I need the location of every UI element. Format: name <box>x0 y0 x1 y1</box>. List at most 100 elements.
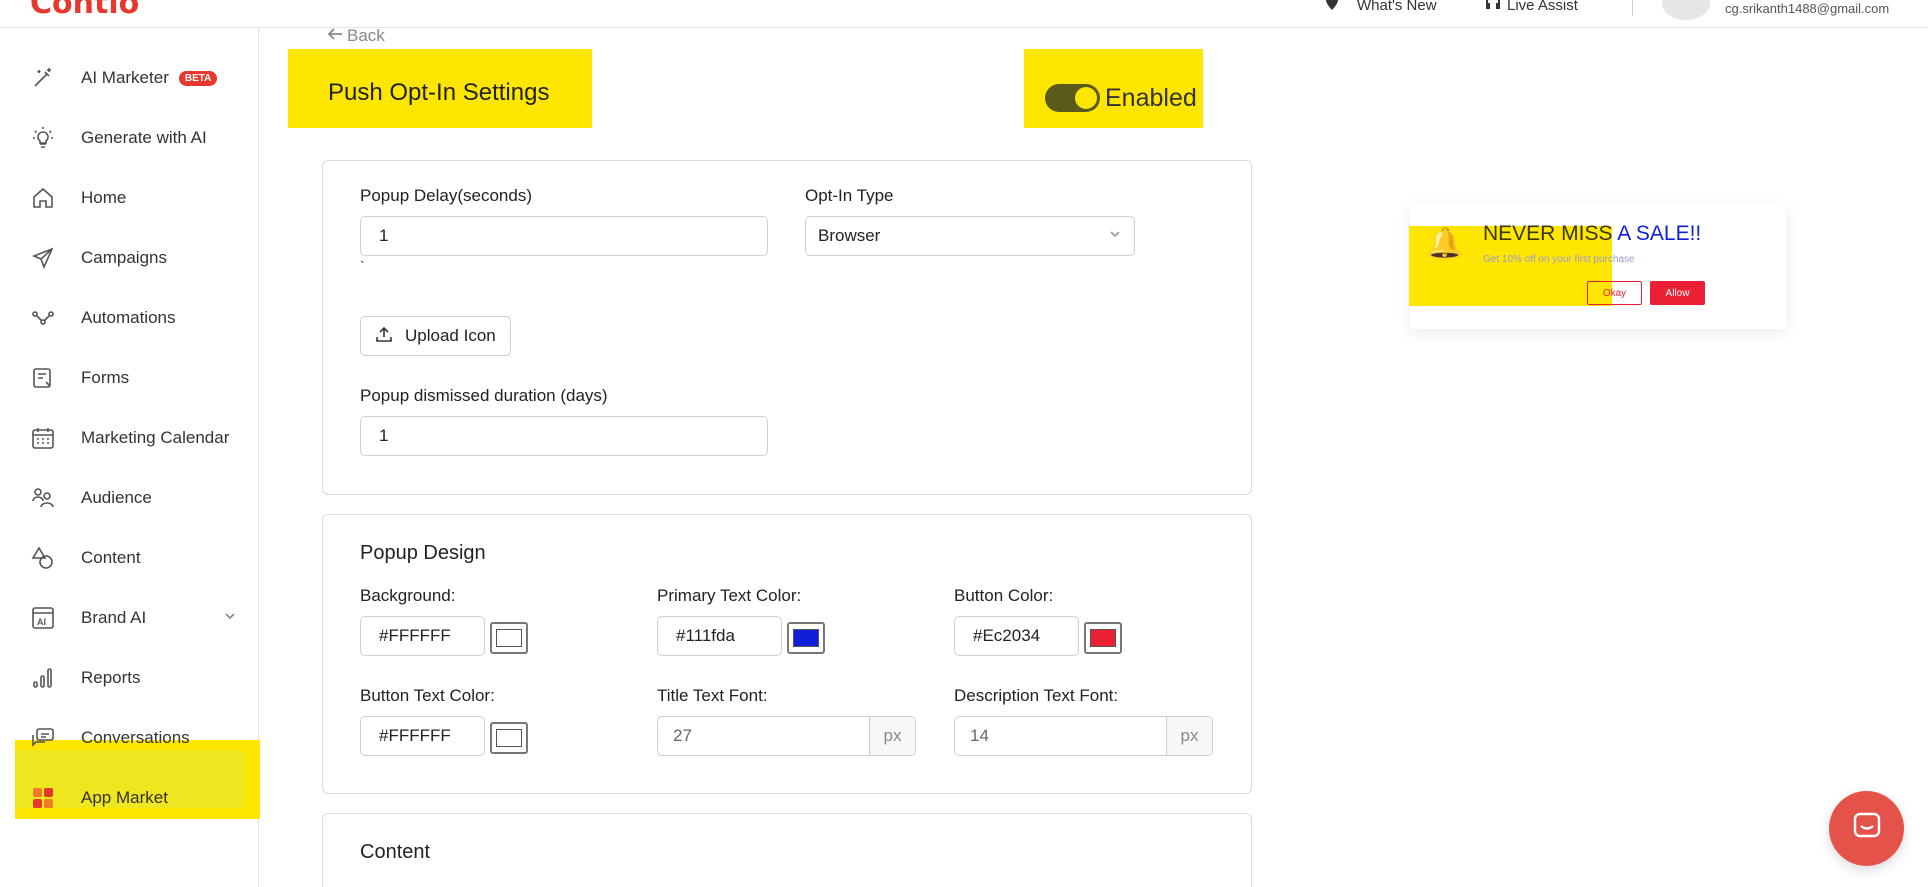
enabled-toggle[interactable] <box>1045 84 1100 112</box>
sidebar-item-label: Content <box>81 548 141 567</box>
chat-bubble-icon <box>1852 811 1882 846</box>
logo[interactable]: Contlo <box>30 0 139 21</box>
sidebar-item-app-market[interactable]: App Market <box>15 768 245 828</box>
title-font-input[interactable]: 27 px <box>657 716 916 756</box>
calendar-icon <box>29 424 57 452</box>
lightbulb-icon <box>29 124 57 152</box>
toggle-label: Enabled <box>1105 84 1197 112</box>
people-icon <box>29 484 57 512</box>
button-text-color-label: Button Text Color: <box>360 686 495 705</box>
page-title: Push Opt-In Settings <box>328 79 550 106</box>
chevron-down-icon <box>1108 226 1122 246</box>
preview-title: NEVER MISS A SALE!! <box>1483 222 1701 246</box>
back-label: Back <box>347 26 385 45</box>
sidebar-item-automations[interactable]: Automations <box>15 288 245 348</box>
sidebar-item-generate-with-ai[interactable]: Generate with AI <box>15 108 245 168</box>
content-card <box>322 813 1252 887</box>
whats-new-label: What's New <box>1357 0 1437 14</box>
title-font-value: 27 <box>673 726 692 745</box>
design-section-title: Popup Design <box>360 542 486 564</box>
button-text-swatch[interactable] <box>490 722 528 754</box>
description-font-input[interactable]: 14 px <box>954 716 1213 756</box>
sidebar-item-ai-marketer[interactable]: AI Marketer BETA <box>15 48 245 108</box>
swatch-fill <box>496 629 522 647</box>
form-icon <box>29 364 57 392</box>
optin-type-select[interactable]: Browser <box>805 216 1135 256</box>
sidebar-item-label: Generate with AI <box>81 128 207 147</box>
preview-allow-button[interactable]: Allow <box>1650 281 1705 305</box>
sidebar-item-label: Brand AI <box>81 608 147 627</box>
swatch-fill <box>1090 629 1116 647</box>
sidebar-item-forms[interactable]: Forms <box>15 348 245 408</box>
px-unit: px <box>1166 717 1212 755</box>
preview-description: Get 10% off on your first purchase <box>1483 254 1635 265</box>
top-divider <box>1632 0 1633 16</box>
live-assist-label: Live Assist <box>1507 0 1578 14</box>
beta-badge: BETA <box>178 71 218 86</box>
swatch-fill <box>793 629 819 647</box>
dismissed-duration-label: Popup dismissed duration (days) <box>360 386 608 405</box>
button-color-label: Button Color: <box>954 586 1054 605</box>
description-font-value: 14 <box>970 726 989 745</box>
background-label: Background: <box>360 586 456 605</box>
bar-chart-icon <box>29 664 57 692</box>
background-color-input[interactable]: #FFFFFF <box>360 616 485 656</box>
sidebar-item-label: Marketing Calendar <box>81 428 230 447</box>
sidebar-item-reports[interactable]: Reports <box>15 648 245 708</box>
toggle-knob <box>1075 87 1097 109</box>
live-assist-link[interactable]: Live Assist <box>1485 0 1578 16</box>
upload-icon-button[interactable]: Upload Icon <box>360 316 511 356</box>
upload-icon-label: Upload Icon <box>405 326 496 345</box>
button-text-color-input[interactable]: #FFFFFF <box>360 716 485 756</box>
button-color-swatch[interactable] <box>1084 622 1122 654</box>
chevron-down-icon[interactable] <box>223 609 237 628</box>
sidebar-item-label: Campaigns <box>81 248 167 267</box>
popup-delay-label: Popup Delay(seconds) <box>360 186 532 205</box>
magic-wand-icon <box>29 64 57 92</box>
background-swatch[interactable] <box>490 622 528 654</box>
stray-tick: ` <box>360 258 365 274</box>
sidebar-item-content[interactable]: Content <box>15 528 245 588</box>
primary-text-label: Primary Text Color: <box>657 586 802 605</box>
optin-type-label: Opt-In Type <box>805 186 894 205</box>
chat-icon <box>29 724 57 752</box>
preview-title-part1: NEVER MISS <box>1483 222 1613 245</box>
primary-text-swatch[interactable] <box>787 622 825 654</box>
svg-text:AI: AI <box>37 617 46 627</box>
back-link[interactable]: Back <box>327 26 385 46</box>
sidebar-item-label: App Market <box>81 788 168 807</box>
sidebar-item-label: Audience <box>81 488 152 507</box>
ai-box-icon: AI <box>29 604 57 632</box>
sidebar-item-audience[interactable]: Audience <box>15 468 245 528</box>
sidebar-item-label: Forms <box>81 368 130 387</box>
preview-okay-button[interactable]: Okay <box>1587 281 1642 305</box>
sidebar-item-label: Automations <box>81 308 176 327</box>
flow-icon <box>29 304 57 332</box>
sidebar-item-label: Home <box>81 188 127 207</box>
primary-text-color-input[interactable]: #111fda <box>657 616 782 656</box>
sidebar-item-conversations[interactable]: Conversations <box>15 708 245 768</box>
content-section-title: Content <box>360 841 431 863</box>
title-font-label: Title Text Font: <box>657 686 768 705</box>
bell-icon: 🔔 <box>1426 227 1464 260</box>
preview-title-part2: A SALE!! <box>1612 222 1702 245</box>
px-unit: px <box>869 717 915 755</box>
button-color-input[interactable]: #Ec2034 <box>954 616 1079 656</box>
headset-icon <box>1485 0 1501 16</box>
chat-launcher-button[interactable] <box>1829 791 1904 866</box>
description-font-label: Description Text Font: <box>954 686 1119 705</box>
sidebar-item-campaigns[interactable]: Campaigns <box>15 228 245 288</box>
sidebar-item-marketing-calendar[interactable]: Marketing Calendar <box>15 408 245 468</box>
popup-delay-input[interactable]: 1 <box>360 216 768 256</box>
whats-new-link[interactable]: What's New <box>1325 0 1437 16</box>
top-bar: Contlo What's New Live Assist cg.srikant… <box>0 0 1928 28</box>
upload-icon <box>375 325 393 348</box>
sidebar-item-label: Conversations <box>81 728 190 747</box>
pin-icon <box>1325 0 1339 16</box>
avatar[interactable] <box>1662 0 1710 20</box>
swatch-fill <box>496 729 522 747</box>
sidebar-item-brand-ai[interactable]: AI Brand AI <box>15 588 245 648</box>
sidebar-item-home[interactable]: Home <box>15 168 245 228</box>
arrow-left-icon <box>327 26 343 46</box>
dismissed-duration-input[interactable]: 1 <box>360 416 768 456</box>
